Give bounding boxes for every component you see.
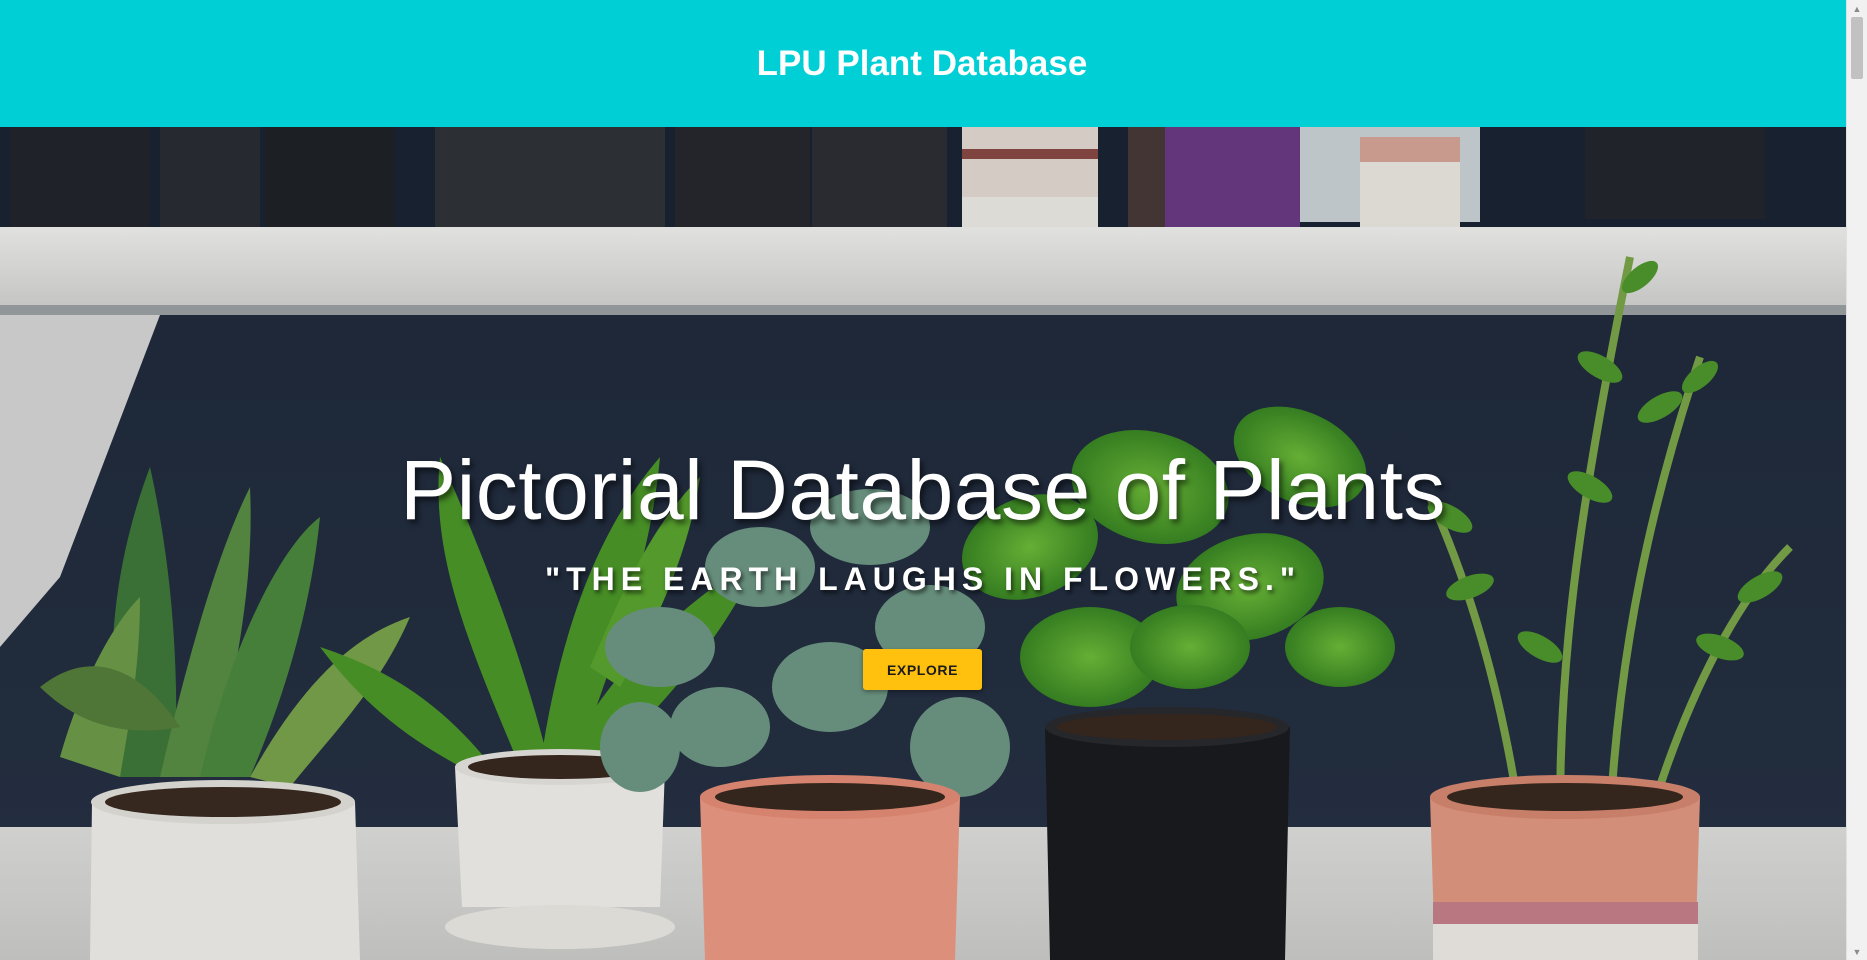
scrollbar-thumb[interactable] (1851, 17, 1863, 79)
chevron-up-icon[interactable]: ▲ (1847, 0, 1867, 17)
page: LPU Plant Database Pictorial Database of… (0, 0, 1846, 960)
hero-title: Pictorial Database of Plants (400, 442, 1446, 537)
hero-content: Pictorial Database of Plants "THE EARTH … (0, 127, 1846, 960)
site-title: LPU Plant Database (756, 43, 1088, 83)
hero-section: Pictorial Database of Plants "THE EARTH … (0, 127, 1846, 960)
explore-button[interactable]: EXPLORE (863, 649, 982, 690)
vertical-scrollbar[interactable]: ▲ ▼ (1846, 0, 1867, 960)
hero-quote: "THE EARTH LAUGHS IN FLOWERS." (544, 561, 1302, 597)
chevron-down-icon[interactable]: ▼ (1847, 943, 1867, 960)
site-header: LPU Plant Database (0, 0, 1846, 127)
